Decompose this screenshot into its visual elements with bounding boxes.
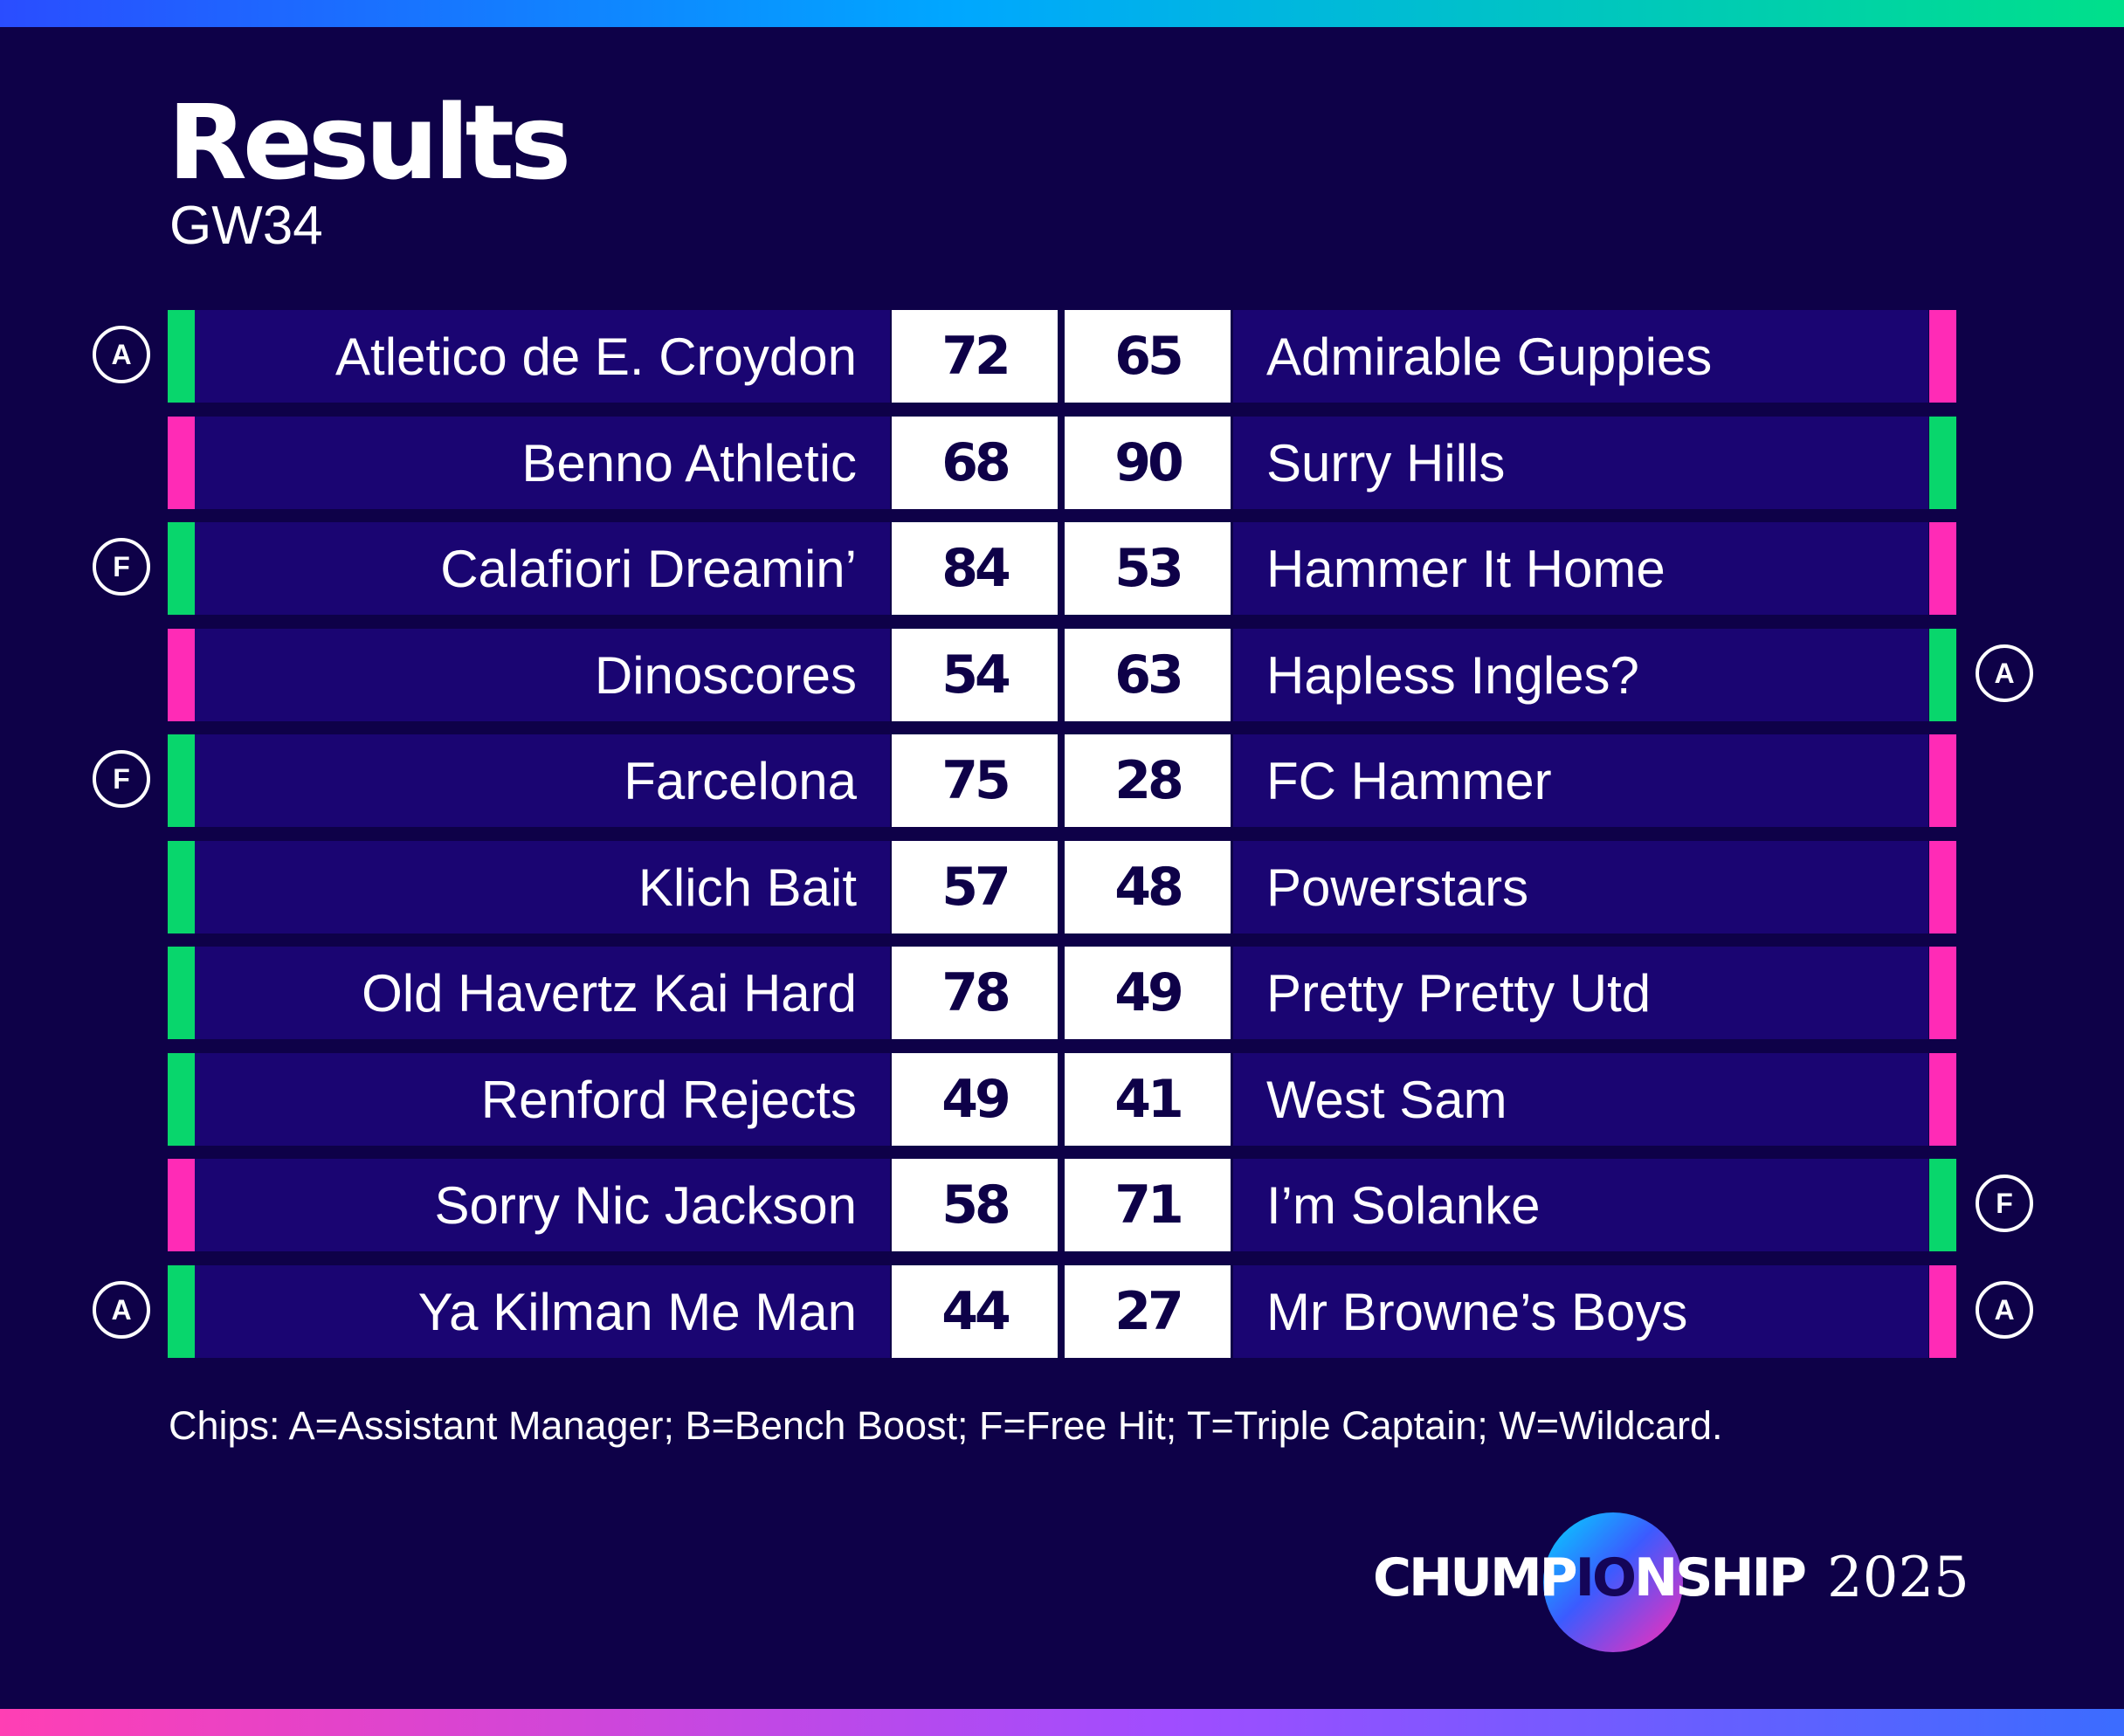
away-result-indicator xyxy=(1929,629,1956,721)
away-team-name: West Sam xyxy=(1233,1053,1928,1146)
bottom-gradient-bar xyxy=(0,1709,2124,1736)
home-score: 44 xyxy=(892,1265,1058,1358)
page-title: Results xyxy=(168,82,571,203)
away-score: 71 xyxy=(1065,1159,1231,1251)
home-result-indicator xyxy=(168,1053,195,1146)
away-score: 48 xyxy=(1065,841,1231,933)
away-score: 27 xyxy=(1065,1265,1231,1358)
result-row: Klich Bait 57 48 Powerstars xyxy=(0,841,2124,933)
away-chip-badge: F xyxy=(1976,1175,2033,1232)
away-team-name: Hammer It Home xyxy=(1233,522,1928,615)
logo-wordmark-io: IO xyxy=(1575,1547,1637,1609)
home-team-name: Klich Bait xyxy=(195,841,890,933)
home-result-indicator xyxy=(168,1159,195,1251)
home-result-indicator xyxy=(168,417,195,509)
away-chip-badge: A xyxy=(1976,644,2033,702)
away-team-name: FC Hammer xyxy=(1233,734,1928,827)
home-result-indicator xyxy=(168,310,195,403)
result-row: Old Havertz Kai Hard 78 49 Pretty Pretty Ut… xyxy=(0,947,2124,1039)
result-row: Renford Rejects 49 41 West Sam xyxy=(0,1053,2124,1146)
home-team-name: Farcelona xyxy=(195,734,890,827)
result-row: Benno Athletic 68 90 Surry Hills xyxy=(0,417,2124,509)
result-row: F Farcelona 75 28 FC Hammer xyxy=(0,734,2124,827)
away-team-name: Powerstars xyxy=(1233,841,1928,933)
away-team-name: Pretty Pretty Utd xyxy=(1233,947,1928,1039)
home-score: 49 xyxy=(892,1053,1058,1146)
away-team-name: Hapless Ingles? xyxy=(1233,629,1928,721)
away-team-name: I’m Solanke xyxy=(1233,1159,1928,1251)
away-score: 63 xyxy=(1065,629,1231,721)
home-result-indicator xyxy=(168,841,195,933)
logo-wordmark: CHUMPIONSHIP xyxy=(1373,1552,1807,1604)
away-score: 90 xyxy=(1065,417,1231,509)
away-score: 53 xyxy=(1065,522,1231,615)
logo-wordmark-part: NSHIP xyxy=(1634,1547,1807,1609)
home-chip-badge: A xyxy=(93,326,150,383)
away-result-indicator xyxy=(1929,417,1956,509)
away-result-indicator xyxy=(1929,947,1956,1039)
away-result-indicator xyxy=(1929,734,1956,827)
top-gradient-bar xyxy=(0,0,2124,27)
championship-logo: CHUMPIONSHIP 2025 xyxy=(1373,1512,1969,1652)
away-team-name: Surry Hills xyxy=(1233,417,1928,509)
away-score: 41 xyxy=(1065,1053,1231,1146)
away-score: 28 xyxy=(1065,734,1231,827)
home-team-name: Old Havertz Kai Hard xyxy=(195,947,890,1039)
home-score: 68 xyxy=(892,417,1058,509)
away-score: 49 xyxy=(1065,947,1231,1039)
away-chip-badge: A xyxy=(1976,1281,2033,1339)
home-score: 75 xyxy=(892,734,1058,827)
away-result-indicator xyxy=(1929,310,1956,403)
home-result-indicator xyxy=(168,1265,195,1358)
away-team-name: Mr Browne’s Boys xyxy=(1233,1265,1928,1358)
result-row: Sorry Nic Jackson 58 71 I’m Solanke F xyxy=(0,1159,2124,1251)
home-team-name: Calafiori Dreamin’ xyxy=(195,522,890,615)
away-result-indicator xyxy=(1929,1053,1956,1146)
home-team-name: Benno Athletic xyxy=(195,417,890,509)
home-result-indicator xyxy=(168,734,195,827)
away-result-indicator xyxy=(1929,1265,1956,1358)
home-team-name: Atletico de E. Croydon xyxy=(195,310,890,403)
away-score: 65 xyxy=(1065,310,1231,403)
home-score: 72 xyxy=(892,310,1058,403)
home-score: 57 xyxy=(892,841,1058,933)
result-row: A Atletico de E. Croydon 72 65 Admirable Gup… xyxy=(0,310,2124,403)
result-row: Dinoscores 54 63 Hapless Ingles? A xyxy=(0,629,2124,721)
home-result-indicator xyxy=(168,522,195,615)
gameweek-label: GW34 xyxy=(169,196,323,256)
logo-wordmark-part: CHUMP xyxy=(1373,1547,1578,1609)
home-chip-badge: A xyxy=(93,1281,150,1339)
logo-year: 2025 xyxy=(1827,1546,1969,1610)
home-team-name: Renford Rejects xyxy=(195,1053,890,1146)
home-score: 54 xyxy=(892,629,1058,721)
home-score: 58 xyxy=(892,1159,1058,1251)
away-result-indicator xyxy=(1929,1159,1956,1251)
home-chip-badge: F xyxy=(93,538,150,596)
home-chip-badge: F xyxy=(93,750,150,808)
away-team-name: Admirable Guppies xyxy=(1233,310,1928,403)
home-score: 84 xyxy=(892,522,1058,615)
home-result-indicator xyxy=(168,947,195,1039)
result-row: A Ya Kilman Me Man 44 27 Mr Browne’s Boys A xyxy=(0,1265,2124,1358)
home-team-name: Dinoscores xyxy=(195,629,890,721)
away-result-indicator xyxy=(1929,841,1956,933)
home-team-name: Sorry Nic Jackson xyxy=(195,1159,890,1251)
chips-footnote: Chips: A=Assistant Manager; B=Bench Boos… xyxy=(169,1403,1723,1448)
home-score: 78 xyxy=(892,947,1058,1039)
away-result-indicator xyxy=(1929,522,1956,615)
home-result-indicator xyxy=(168,629,195,721)
home-team-name: Ya Kilman Me Man xyxy=(195,1265,890,1358)
result-row: F Calafiori Dreamin’ 84 53 Hammer It Home xyxy=(0,522,2124,615)
